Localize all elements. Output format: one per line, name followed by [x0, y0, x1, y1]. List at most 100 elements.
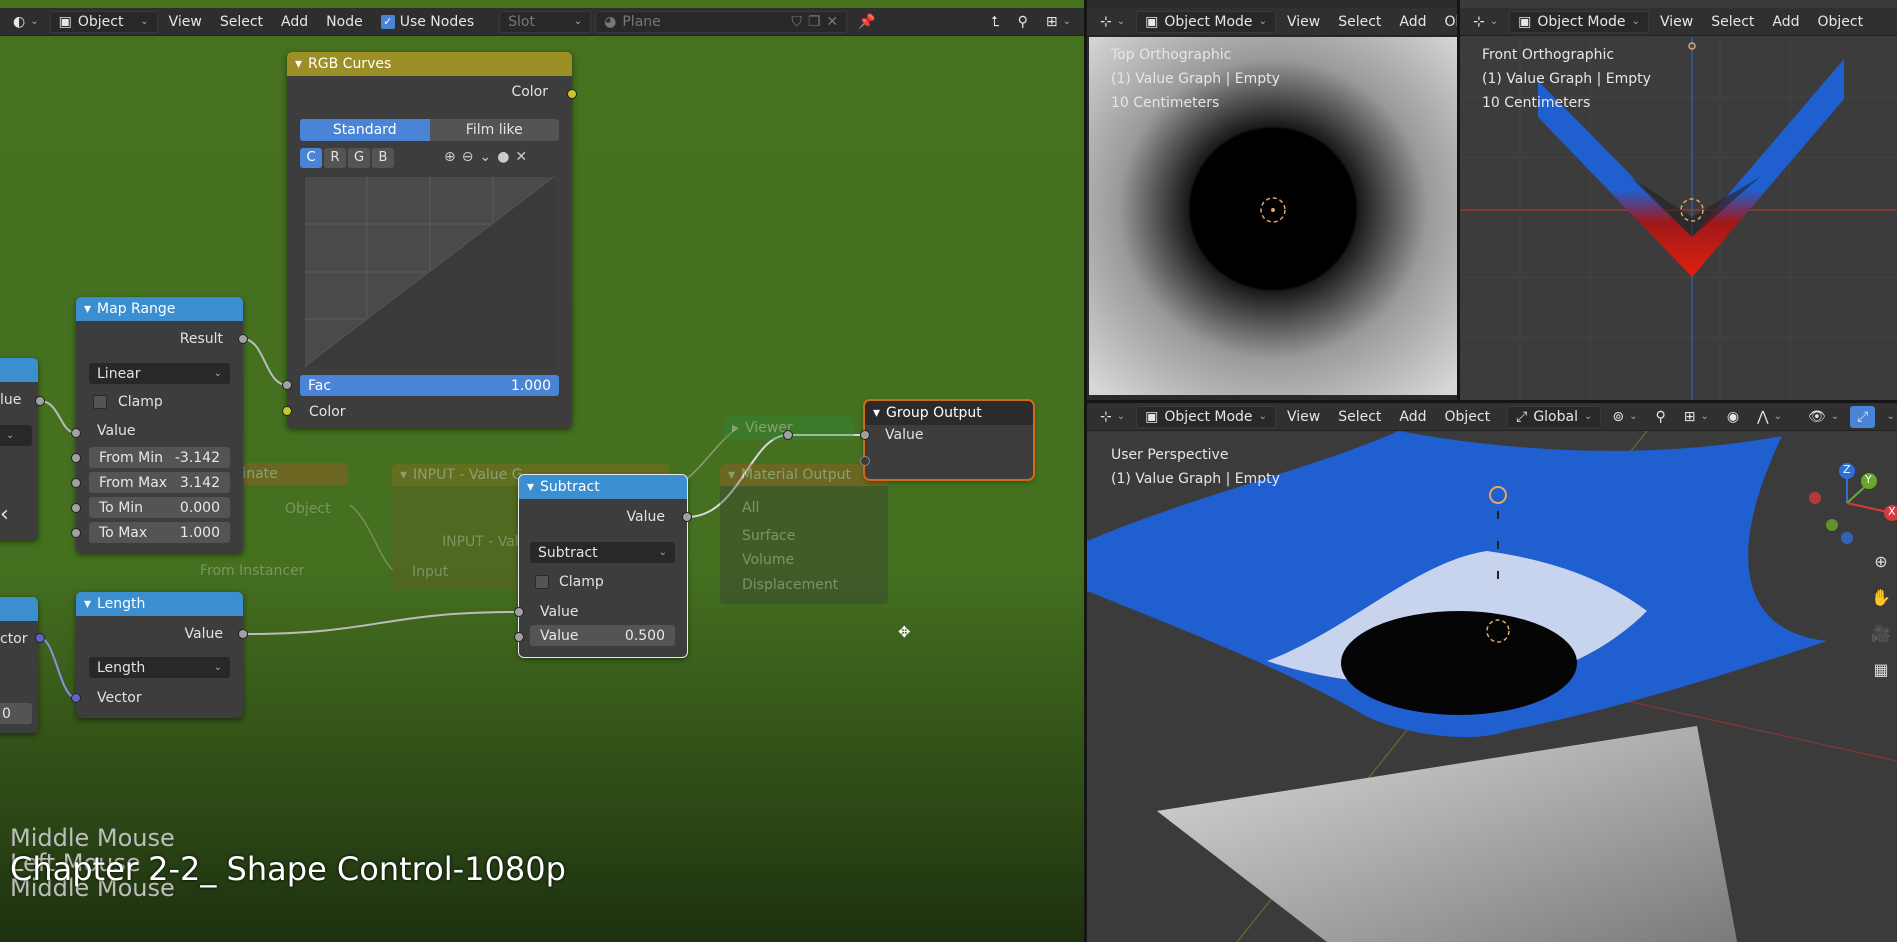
front-menu-view[interactable]: View	[1653, 11, 1700, 33]
length-mode-select[interactable]: Length ⌄	[89, 657, 230, 678]
to-max-socket[interactable]	[71, 528, 81, 538]
tab-standard[interactable]: Standard	[300, 119, 430, 141]
tab-film-like[interactable]: Film like	[429, 119, 559, 141]
node-group-output[interactable]: ▾ Group Output Value	[863, 399, 1035, 481]
viewport-top-ortho[interactable]: ⊹⌄ ▣Object Mode⌄ View Select Add Obje To…	[1087, 0, 1457, 400]
front-menu-object[interactable]: Object	[1811, 11, 1871, 33]
pin-icon[interactable]: 📌	[851, 11, 882, 33]
viewport-front-ortho[interactable]: ⊹ ⌄ ▣ Object Mode ⌄ View Select Add Object …	[1460, 0, 1897, 400]
channel-r-button[interactable]: R	[324, 148, 346, 168]
reset-x-icon[interactable]: ✕	[515, 149, 527, 165]
to-max-field[interactable]: To Max 1.000	[89, 522, 230, 543]
collapse-icon[interactable]: ▾	[84, 596, 91, 612]
transform-orientation-select[interactable]: ⤢ Global ⌄	[1507, 405, 1602, 428]
from-min-field[interactable]: From Min -3.142	[89, 447, 230, 468]
zoom-in-icon[interactable]: ⊕	[444, 149, 456, 165]
snap-target-icon[interactable]: ⊞ ⌄	[1677, 406, 1716, 428]
subtract-output-socket[interactable]	[682, 512, 692, 522]
mode-select[interactable]: ▣ Object ⌄	[49, 10, 158, 33]
overlay-chevron-icon[interactable]: ⌄	[1879, 406, 1897, 428]
partial-node-dropdown[interactable]: ⌄	[0, 425, 32, 446]
slot-select[interactable]: Slot ⌄	[499, 10, 592, 33]
proportional-edit-icon[interactable]: ◉	[1720, 406, 1746, 428]
group-output-empty-socket[interactable]	[860, 456, 870, 466]
node-subtract[interactable]: ▾ Subtract Value Subtract ⌄ Clamp Value Va…	[518, 474, 688, 658]
from-max-field[interactable]: From Max 3.142	[89, 472, 230, 493]
subtract-clamp-checbox[interactable]	[535, 575, 549, 589]
use-nodes-toggle[interactable]: ✓ Use Nodes	[374, 11, 481, 33]
editor-type-icon[interactable]: ⊹ ⌄	[1466, 11, 1505, 33]
fac-slider[interactable]: Fac 1.000	[300, 375, 559, 396]
zoom-icon[interactable]: ⊕	[1869, 549, 1893, 573]
collapse-icon[interactable]: ▾	[84, 301, 91, 317]
length-value-socket[interactable]	[238, 629, 248, 639]
partial-node-vector-socket[interactable]	[35, 633, 45, 643]
chevron-down-icon[interactable]: ⌄	[479, 149, 491, 165]
collapse-icon[interactable]: ▾	[295, 56, 302, 72]
subtract-input-socket-a[interactable]	[514, 607, 524, 617]
snap-icon[interactable]: ⚲	[1649, 406, 1673, 428]
persp-menu-view[interactable]: View	[1280, 406, 1327, 428]
node-rgb-curves[interactable]: ▾ RGB Curves Color Standard Film like C R…	[287, 52, 572, 428]
editor-type-icon[interactable]: ⊹ ⌄	[1093, 406, 1132, 428]
persp-menu-add[interactable]: Add	[1392, 406, 1433, 428]
snap-icon[interactable]: ⚲	[1011, 11, 1035, 33]
color-input-socket[interactable]	[282, 406, 292, 416]
node-length[interactable]: ▾ Length Value Length ⌄ Vector	[76, 592, 243, 718]
top-menu-object[interactable]: Obje	[1438, 11, 1458, 33]
gizmo-toggle-icon[interactable]: ⤢	[1850, 405, 1876, 428]
fac-input-socket[interactable]	[282, 380, 292, 390]
length-header[interactable]: ▾ Length	[76, 592, 243, 616]
front-menu-add[interactable]: Add	[1765, 11, 1806, 33]
channel-b-button[interactable]: B	[372, 148, 394, 168]
rgb-curves-header[interactable]: ▾ RGB Curves	[287, 52, 572, 76]
top-menu-add[interactable]: Add	[1392, 11, 1433, 33]
menu-select[interactable]: Select	[213, 11, 270, 33]
grid-view-icon[interactable]: ▦	[1869, 657, 1893, 681]
visibility-icon[interactable]: 👁 ⌄	[1801, 406, 1846, 428]
chevron-left-icon[interactable]: ‹	[0, 502, 9, 527]
length-vector-socket[interactable]	[71, 693, 81, 703]
object-mode-select[interactable]: ▣ Object Mode ⌄	[1136, 10, 1276, 33]
persp-menu-select[interactable]: Select	[1331, 406, 1388, 428]
to-min-socket[interactable]	[71, 503, 81, 513]
zoom-out-icon[interactable]: ⊖	[462, 149, 474, 165]
to-min-field[interactable]: To Min 0.000	[89, 497, 230, 518]
collapse-icon[interactable]: ▾	[527, 479, 534, 495]
menu-node[interactable]: Node	[319, 11, 370, 33]
from-min-socket[interactable]	[71, 453, 81, 463]
object-mode-select[interactable]: ▣ Object Mode ⌄	[1509, 10, 1649, 33]
fake-user-icon[interactable]: ⛉	[791, 14, 802, 30]
from-max-socket[interactable]	[71, 478, 81, 488]
top-menu-select[interactable]: Select	[1331, 11, 1388, 33]
subtract-mode-select[interactable]: Subtract ⌄	[530, 542, 675, 563]
viewport-perspective[interactable]: ⊹ ⌄ ▣ Object Mode ⌄ View Select Add Object …	[1087, 403, 1897, 942]
menu-add[interactable]: Add	[274, 11, 315, 33]
object-mode-select[interactable]: ▣ Object Mode ⌄	[1136, 405, 1276, 428]
map-range-value-socket[interactable]	[71, 428, 81, 438]
unlink-icon[interactable]: ✕	[826, 14, 838, 30]
camera-icon[interactable]: 🎥	[1869, 621, 1893, 645]
material-field[interactable]: ◕ Plane ⛉ ❐ ✕	[595, 10, 848, 33]
node-editor[interactable]: ◐ ⌄ ▣ Object ⌄ View Select Add Node ✓ Use No…	[0, 0, 1084, 942]
area-divider-horizontal[interactable]	[1087, 400, 1897, 403]
partial-node-number-field[interactable]: 0	[0, 703, 32, 724]
duplicate-icon[interactable]: ❐	[808, 14, 821, 30]
persp-menu-object[interactable]: Object	[1438, 406, 1498, 428]
falloff-icon[interactable]: ⋀ ⌄	[1750, 406, 1789, 428]
partial-node-top[interactable]: lue ⌄ ‹	[0, 358, 38, 540]
partial-node-output-socket[interactable]	[35, 396, 45, 406]
hand-pan-icon[interactable]: ✋	[1869, 585, 1893, 609]
rgb-curves-output-socket[interactable]	[567, 89, 577, 99]
curve-graph[interactable]	[304, 176, 555, 367]
group-output-value-socket[interactable]	[860, 430, 870, 440]
parent-node-icon[interactable]: ⮤	[984, 11, 1006, 33]
partial-node-bottom[interactable]: ctor 0	[0, 597, 38, 733]
front-menu-select[interactable]: Select	[1704, 11, 1761, 33]
menu-view[interactable]: View	[162, 11, 209, 33]
subtract-header[interactable]: ▾ Subtract	[519, 475, 687, 499]
channel-c-button[interactable]: C	[300, 148, 322, 168]
top-menu-view[interactable]: View	[1280, 11, 1327, 33]
subtract-input-socket-b[interactable]	[514, 632, 524, 642]
node-map-range[interactable]: ▾ Map Range Result Linear ⌄ Clamp Value Fr…	[76, 297, 243, 553]
